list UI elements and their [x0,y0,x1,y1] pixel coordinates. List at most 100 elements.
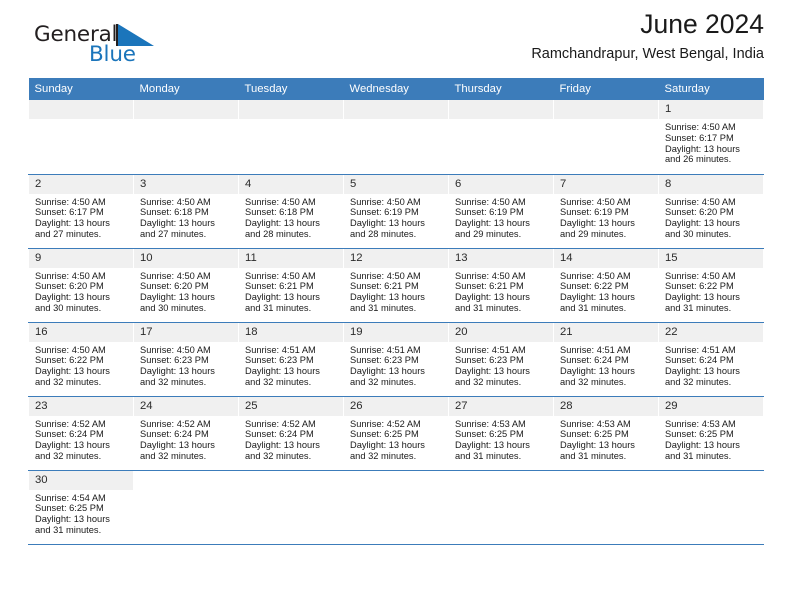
daylight-text-line2: and 32 minutes. [350,376,417,387]
page-title: June 2024 [640,9,764,39]
sun-info: Sunrise: 4:50 AM Sunset: 6:19 PM Daylight:… [449,194,553,240]
calendar-day-cell[interactable]: 27 Sunrise: 4:53 AM Sunset: 6:25 PM Dayligh… [448,396,554,471]
calendar-day-cell[interactable]: 17 Sunrise: 4:50 AM Sunset: 6:23 PM Dayligh… [133,322,239,397]
calendar-cell-empty [28,100,134,175]
calendar-day-cell[interactable]: 24 Sunrise: 4:52 AM Sunset: 6:24 PM Dayligh… [133,396,239,471]
sun-info: Sunrise: 4:50 AM Sunset: 6:22 PM Daylight:… [29,342,133,388]
calendar-day-number: 4 [239,174,343,194]
calendar-day-cell[interactable]: 19 Sunrise: 4:51 AM Sunset: 6:23 PM Dayligh… [343,322,449,397]
sunrise-text: Sunrise: 4:52 AM [245,418,316,429]
calendar-day-cell[interactable]: 18 Sunrise: 4:51 AM Sunset: 6:23 PM Dayligh… [238,322,344,397]
calendar-day-number: 27 [449,396,553,416]
calendar-day-cell[interactable]: 2 Sunrise: 4:50 AM Sunset: 6:17 PM Daylight… [28,174,134,249]
brand-logo: General Blue [34,22,194,74]
calendar-day-cell[interactable]: 11 Sunrise: 4:50 AM Sunset: 6:21 PM Dayligh… [238,248,344,323]
daylight-text-line1: Daylight: 13 hours [140,366,215,377]
calendar-day-cell[interactable]: 9 Sunrise: 4:50 AM Sunset: 6:20 PM Daylight… [28,248,134,323]
sun-info: Sunrise: 4:50 AM Sunset: 6:19 PM Daylight:… [554,194,658,240]
calendar-week-row: 9 Sunrise: 4:50 AM Sunset: 6:20 PM Daylight… [28,248,764,323]
sun-info: Sunrise: 4:50 AM Sunset: 6:18 PM Daylight:… [134,194,238,240]
sunrise-text: Sunrise: 4:51 AM [560,344,631,355]
calendar-day-number: 3 [134,174,238,194]
calendar-day-cell[interactable]: 21 Sunrise: 4:51 AM Sunset: 6:24 PM Dayligh… [553,322,659,397]
calendar-day-cell[interactable]: 29 Sunrise: 4:53 AM Sunset: 6:25 PM Dayligh… [658,396,764,471]
calendar-day-cell[interactable]: 13 Sunrise: 4:50 AM Sunset: 6:21 PM Dayligh… [448,248,554,323]
calendar-day-cell[interactable]: 28 Sunrise: 4:53 AM Sunset: 6:25 PM Dayligh… [553,396,659,471]
calendar-day-number: 2 [29,174,133,194]
daylight-text-line2: and 32 minutes. [455,376,522,387]
daylight-text-line2: and 30 minutes. [35,302,102,313]
calendar-day-number: 17 [134,322,238,342]
sun-info: Sunrise: 4:51 AM Sunset: 6:23 PM Daylight:… [344,342,448,388]
sunset-text: Sunset: 6:18 PM [245,207,314,218]
daylight-text-line1: Daylight: 13 hours [350,366,425,377]
calendar-day-cell[interactable]: 25 Sunrise: 4:52 AM Sunset: 6:24 PM Dayligh… [238,396,344,471]
sun-info: Sunrise: 4:53 AM Sunset: 6:25 PM Daylight:… [554,416,658,462]
calendar-day-cell[interactable]: 10 Sunrise: 4:50 AM Sunset: 6:20 PM Dayligh… [133,248,239,323]
sun-info: Sunrise: 4:51 AM Sunset: 6:24 PM Daylight:… [554,342,658,388]
calendar-day-number [134,100,238,119]
calendar-day-cell[interactable]: 20 Sunrise: 4:51 AM Sunset: 6:23 PM Dayligh… [448,322,554,397]
sunrise-text: Sunrise: 4:53 AM [560,418,631,429]
daylight-text-line1: Daylight: 13 hours [665,292,740,303]
calendar-day-cell[interactable]: 16 Sunrise: 4:50 AM Sunset: 6:22 PM Dayligh… [28,322,134,397]
calendar-day-number: 30 [29,470,133,490]
sunset-text: Sunset: 6:23 PM [245,355,314,366]
daylight-text-line2: and 29 minutes. [560,228,627,239]
calendar-day-cell[interactable]: 23 Sunrise: 4:52 AM Sunset: 6:24 PM Dayligh… [28,396,134,471]
sunset-text: Sunset: 6:20 PM [665,207,734,218]
calendar-day-cell[interactable]: 15 Sunrise: 4:50 AM Sunset: 6:22 PM Dayligh… [658,248,764,323]
sunrise-text: Sunrise: 4:50 AM [140,270,211,281]
calendar-day-number: 10 [134,248,238,268]
calendar-day-number: 16 [29,322,133,342]
calendar-cell-empty [553,100,659,175]
calendar-day-cell[interactable]: 14 Sunrise: 4:50 AM Sunset: 6:22 PM Dayligh… [553,248,659,323]
daylight-text-line2: and 32 minutes. [665,376,732,387]
calendar-cell-empty [343,100,449,175]
sun-info: Sunrise: 4:51 AM Sunset: 6:23 PM Daylight:… [239,342,343,388]
calendar-day-cell[interactable]: 4 Sunrise: 4:50 AM Sunset: 6:18 PM Daylight… [238,174,344,249]
calendar-week-row: 16 Sunrise: 4:50 AM Sunset: 6:22 PM Dayligh… [28,322,764,397]
calendar-day-cell[interactable]: 22 Sunrise: 4:51 AM Sunset: 6:24 PM Dayligh… [658,322,764,397]
calendar-day-number [344,100,448,119]
sun-info: Sunrise: 4:50 AM Sunset: 6:17 PM Daylight:… [29,194,133,240]
sunrise-text: Sunrise: 4:50 AM [35,344,106,355]
sunrise-text: Sunrise: 4:52 AM [350,418,421,429]
daylight-text-line2: and 28 minutes. [245,228,312,239]
sunset-text: Sunset: 6:25 PM [560,429,629,440]
calendar-day-cell[interactable]: 1 Sunrise: 4:50 AM Sunset: 6:17 PM Daylight… [658,100,764,175]
daylight-text-line1: Daylight: 13 hours [35,366,110,377]
sunset-text: Sunset: 6:17 PM [35,207,104,218]
calendar-day-cell[interactable]: 8 Sunrise: 4:50 AM Sunset: 6:20 PM Daylight… [658,174,764,249]
sun-info: Sunrise: 4:51 AM Sunset: 6:23 PM Daylight:… [449,342,553,388]
calendar-day-number: 14 [554,248,658,268]
calendar-day-number: 23 [29,396,133,416]
weekday-header-wednesday: Wednesday [343,78,449,100]
daylight-text-line1: Daylight: 13 hours [455,218,530,229]
calendar-day-cell[interactable]: 30 Sunrise: 4:54 AM Sunset: 6:25 PM Dayligh… [28,470,134,545]
calendar-day-cell[interactable]: 5 Sunrise: 4:50 AM Sunset: 6:19 PM Daylight… [343,174,449,249]
calendar-day-cell[interactable]: 3 Sunrise: 4:50 AM Sunset: 6:18 PM Daylight… [133,174,239,249]
calendar-day-cell[interactable]: 6 Sunrise: 4:50 AM Sunset: 6:19 PM Daylight… [448,174,554,249]
calendar-day-number [554,100,658,119]
sun-info: Sunrise: 4:50 AM Sunset: 6:17 PM Daylight:… [659,119,763,165]
weekday-header-monday: Monday [133,78,239,100]
sunrise-text: Sunrise: 4:54 AM [35,492,106,503]
sunset-text: Sunset: 6:19 PM [560,207,629,218]
calendar-day-number: 24 [134,396,238,416]
calendar-day-number [239,100,343,119]
calendar-cell-blank [238,470,344,545]
calendar-day-cell[interactable]: 26 Sunrise: 4:52 AM Sunset: 6:25 PM Dayligh… [343,396,449,471]
sun-info: Sunrise: 4:50 AM Sunset: 6:23 PM Daylight:… [134,342,238,388]
daylight-text-line2: and 32 minutes. [35,376,102,387]
sun-info: Sunrise: 4:52 AM Sunset: 6:24 PM Daylight:… [134,416,238,462]
calendar-day-cell[interactable]: 7 Sunrise: 4:50 AM Sunset: 6:19 PM Daylight… [553,174,659,249]
daylight-text-line1: Daylight: 13 hours [140,440,215,451]
calendar-day-number: 11 [239,248,343,268]
daylight-text-line2: and 29 minutes. [455,228,522,239]
sunrise-text: Sunrise: 4:50 AM [665,122,736,132]
sunrise-text: Sunrise: 4:51 AM [245,344,316,355]
sun-info: Sunrise: 4:50 AM Sunset: 6:22 PM Daylight:… [554,268,658,314]
calendar-day-cell[interactable]: 12 Sunrise: 4:50 AM Sunset: 6:21 PM Dayligh… [343,248,449,323]
daylight-text-line1: Daylight: 13 hours [350,440,425,451]
